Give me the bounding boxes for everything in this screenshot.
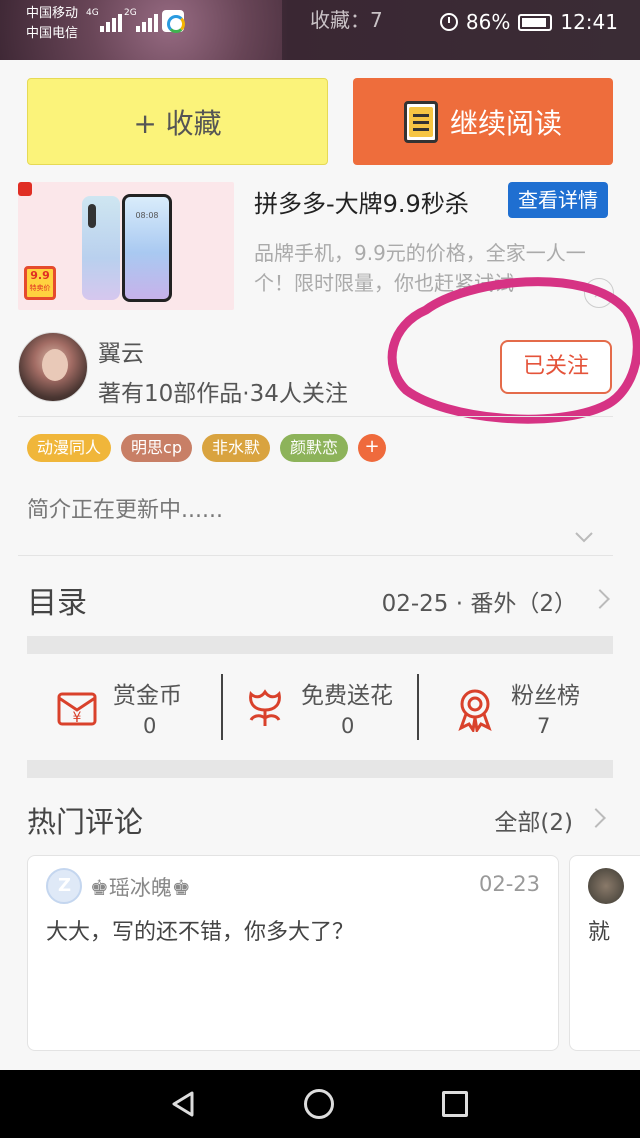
network-1: 4G <box>86 8 99 18</box>
tag-item[interactable]: 颜默恋 <box>280 434 349 462</box>
catalog-row[interactable]: 目录 02-25 · 番外（2） <box>27 570 613 630</box>
author-meta: 著有10部作品·34人关注 <box>98 381 348 407</box>
chevron-down-icon[interactable] <box>574 530 594 544</box>
battery-percent: 86% <box>465 10 511 34</box>
alarm-icon <box>439 13 458 31</box>
comment-date: 02-23 <box>478 872 540 896</box>
clock: 12:41 <box>560 10 618 34</box>
phone-front-image: 08:08 <box>122 194 172 302</box>
section-separator <box>27 760 613 778</box>
action-count: 0 <box>341 714 355 738</box>
divider <box>18 555 613 556</box>
recent-apps-icon[interactable] <box>442 1091 468 1117</box>
fan-ranking-button[interactable]: 粉丝榜 7 <box>451 670 611 750</box>
divider <box>221 674 223 740</box>
ad-title: 拼多多-大牌9.9秒杀 <box>254 190 469 218</box>
home-icon[interactable] <box>304 1089 334 1119</box>
phone-time: 08:08 <box>135 211 159 220</box>
add-tag-button[interactable]: + <box>358 434 387 462</box>
pinduoduo-logo-icon <box>18 182 32 196</box>
comment-text: 就 <box>588 920 611 945</box>
author-avatar[interactable] <box>18 332 88 402</box>
book-detail-page: + 收藏 继续阅读 08:08 9.9 特卖价 拼多多-大牌9.9秒杀 查看详情… <box>0 60 640 1070</box>
commenter-avatar[interactable] <box>588 868 624 904</box>
action-label: 免费送花 <box>301 683 393 709</box>
signal-icon <box>100 10 160 32</box>
ad-image: 08:08 9.9 特卖价 <box>18 182 234 310</box>
catalog-title: 目录 <box>27 586 87 621</box>
svg-text:¥: ¥ <box>73 710 82 726</box>
ad-banner[interactable]: 08:08 9.9 特卖价 拼多多-大牌9.9秒杀 查看详情 品牌手机，9.9元… <box>18 182 622 312</box>
divider <box>417 674 419 740</box>
divider <box>18 416 613 417</box>
flower-icon <box>249 689 281 726</box>
carrier-1: 中国移动 <box>26 6 79 21</box>
action-label: 赏金币 <box>113 683 182 709</box>
favorite-button-label: + 收藏 <box>133 106 222 140</box>
hot-comments-title: 热门评论 <box>27 805 144 839</box>
chevron-right-icon <box>590 589 610 609</box>
author-name: 翼云 <box>98 341 144 367</box>
status-right: 86% 12:41 <box>439 10 618 34</box>
carrier-info: 中国移动 中国电信 <box>26 4 78 44</box>
phone-back-image <box>82 196 120 300</box>
tag-item[interactable]: 明思cp <box>121 434 192 462</box>
book-intro: 简介正在更新中...... <box>27 498 223 523</box>
carrier-2: 中国电信 <box>26 26 79 41</box>
tag-item[interactable]: 动漫同人 <box>27 434 112 462</box>
section-separator <box>27 636 613 654</box>
ad-description: 品牌手机，9.9元的价格，全家一人一个！限时限量，你也赶紧试试 <box>254 241 586 295</box>
favorites-count-text: 收藏：7 <box>310 8 383 32</box>
hot-comments-header: 热门评论 全部(2) <box>27 795 613 845</box>
latest-chapter: 02-25 · 番外（2） <box>381 591 577 617</box>
comment-card[interactable]: ♚瑶冰魄♚ 02-23 大大，写的还不错，你多大了？ <box>27 855 559 1051</box>
chevron-right-icon[interactable] <box>586 808 606 828</box>
ad-details-button[interactable]: 查看详情 <box>508 182 608 218</box>
tag-item[interactable]: 非水默 <box>201 434 270 462</box>
app-notification-icon <box>162 10 185 33</box>
back-icon[interactable] <box>170 1090 198 1118</box>
action-count: 0 <box>143 714 157 738</box>
follow-button[interactable]: 已关注 <box>500 340 612 394</box>
price-badge: 9.9 特卖价 <box>24 266 56 300</box>
medal-icon <box>458 689 492 732</box>
battery-icon <box>518 13 553 31</box>
commenter-name[interactable]: ♚瑶冰魄♚ <box>90 872 191 902</box>
reward-coins-button[interactable]: ¥ 赏金币 0 <box>53 670 223 750</box>
action-label: 粉丝榜 <box>511 683 580 709</box>
comment-card[interactable]: 就 <box>569 855 640 1051</box>
status-bar: 中国移动 中国电信 4G 2G 收藏：7 86% 12:41 <box>0 0 640 60</box>
action-count: 7 <box>537 714 551 738</box>
tag-list: 动漫同人 明思cp 非水默 颜默恋 + <box>27 434 387 462</box>
favorite-button[interactable]: + 收藏 <box>27 78 328 165</box>
book-icon <box>403 100 438 143</box>
red-envelope-icon: ¥ <box>57 692 97 726</box>
badge-text: 特卖价 <box>29 284 51 292</box>
commenter-avatar[interactable] <box>46 868 82 904</box>
badge-price: 9.9 <box>30 269 50 282</box>
continue-reading-button[interactable]: 继续阅读 <box>353 78 613 165</box>
comment-text: 大大，写的还不错，你多大了？ <box>46 920 355 945</box>
send-flowers-button[interactable]: 免费送花 0 <box>241 670 421 750</box>
author-row[interactable]: 翼云 著有10部作品·34人关注 已关注 <box>0 326 640 416</box>
system-nav-bar <box>0 1070 640 1138</box>
all-comments-link[interactable]: 全部(2) <box>494 803 573 837</box>
action-row: ¥ 赏金币 0 免费送花 0 粉丝榜 7 <box>27 660 613 760</box>
close-icon[interactable]: × <box>584 278 614 308</box>
continue-reading-label: 继续阅读 <box>449 106 562 140</box>
